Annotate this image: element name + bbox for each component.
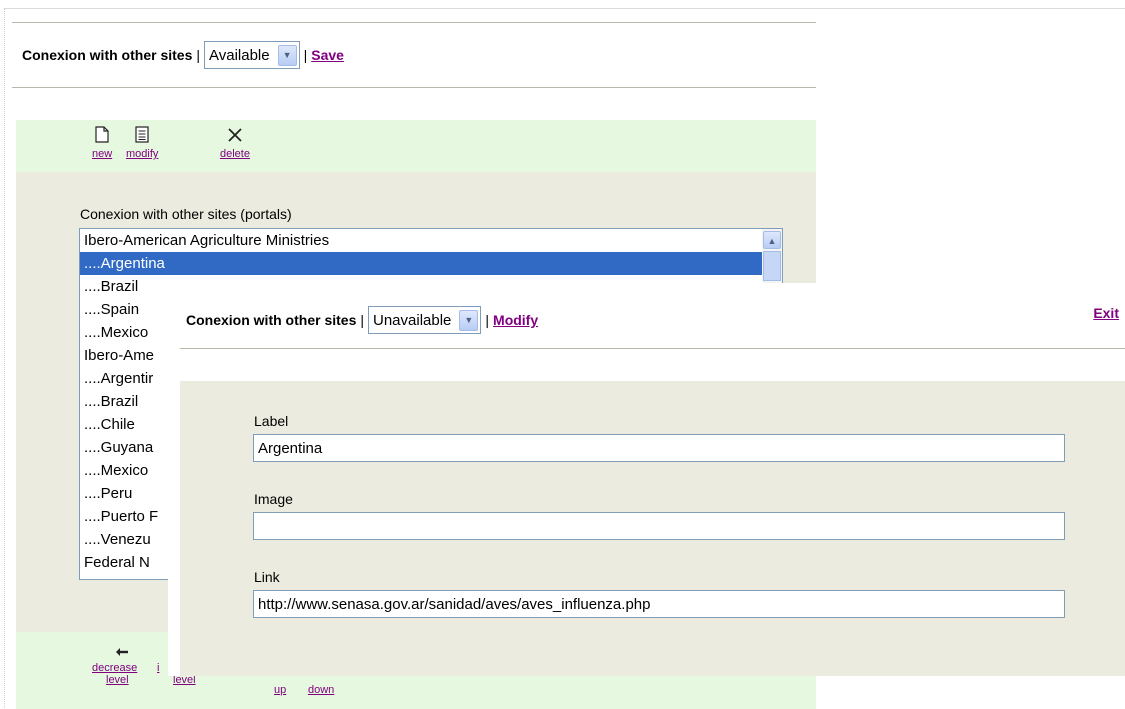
- modify-document-icon: [126, 126, 158, 148]
- delete-link[interactable]: delete: [220, 148, 250, 160]
- availability-select-value: Unavailable: [373, 311, 452, 329]
- list-item[interactable]: Ibero-American Agriculture Ministries: [80, 229, 782, 252]
- decrease-link[interactable]: decrease: [92, 662, 137, 674]
- separator: |: [303, 47, 308, 63]
- top-border: [4, 8, 1125, 9]
- scroll-up-icon[interactable]: ▲: [763, 231, 781, 249]
- list-title: Conexion with other sites (portals): [80, 206, 292, 222]
- dialog-form-panel: Label Image Link: [180, 381, 1125, 676]
- link-input[interactable]: [253, 590, 1065, 618]
- availability-select-value: Available: [209, 46, 270, 64]
- decrease-level-button[interactable]: decrease level: [92, 640, 152, 686]
- arrow-left-icon: [92, 640, 152, 662]
- new-button[interactable]: new: [92, 126, 112, 160]
- decrease-level-link[interactable]: level: [106, 674, 129, 686]
- chevron-down-icon[interactable]: ▼: [277, 44, 297, 66]
- modify-link[interactable]: Modify: [493, 312, 538, 328]
- list-item-selected[interactable]: ....Argentina: [80, 252, 782, 275]
- header-rule-top: [12, 22, 816, 23]
- availability-select[interactable]: Available ▼: [204, 41, 300, 69]
- left-border: [4, 8, 5, 708]
- separator: |: [360, 312, 364, 328]
- header-rule-bottom: [12, 87, 816, 88]
- label-field-title: Label: [254, 413, 289, 429]
- image-input[interactable]: [253, 512, 1065, 540]
- new-document-icon: [92, 126, 112, 148]
- image-field-title: Image: [254, 491, 293, 507]
- top-toolbar: new modify delete: [16, 120, 816, 172]
- availability-select[interactable]: Unavailable ▼: [368, 306, 482, 334]
- chevron-down-icon[interactable]: ▼: [459, 309, 479, 331]
- down-button[interactable]: down: [308, 684, 334, 696]
- down-link[interactable]: down: [308, 684, 334, 696]
- scrollbar-thumb[interactable]: [763, 251, 781, 281]
- separator: |: [196, 47, 200, 63]
- separator: |: [485, 312, 490, 328]
- dialog-rule: [180, 348, 1125, 349]
- label-input[interactable]: [253, 434, 1065, 462]
- edit-dialog: Conexion with other sites | Unavailable …: [168, 283, 1125, 676]
- delete-x-icon: [220, 126, 250, 148]
- modify-link[interactable]: modify: [126, 148, 158, 160]
- modify-button[interactable]: modify: [126, 126, 158, 160]
- exit-link[interactable]: Exit: [1093, 305, 1119, 321]
- delete-button[interactable]: delete: [220, 126, 250, 160]
- dialog-header: Conexion with other sites | Unavailable …: [186, 303, 538, 337]
- dialog-header-label: Conexion with other sites: [186, 312, 357, 328]
- increase-link[interactable]: i: [157, 662, 159, 674]
- up-button[interactable]: up: [274, 684, 286, 696]
- header-label: Conexion with other sites: [22, 47, 193, 63]
- sites-header: Conexion with other sites | Available ▼ …: [22, 40, 344, 70]
- save-link[interactable]: Save: [311, 47, 344, 63]
- link-field-title: Link: [254, 569, 280, 585]
- up-link[interactable]: up: [274, 684, 286, 696]
- new-link[interactable]: new: [92, 148, 112, 160]
